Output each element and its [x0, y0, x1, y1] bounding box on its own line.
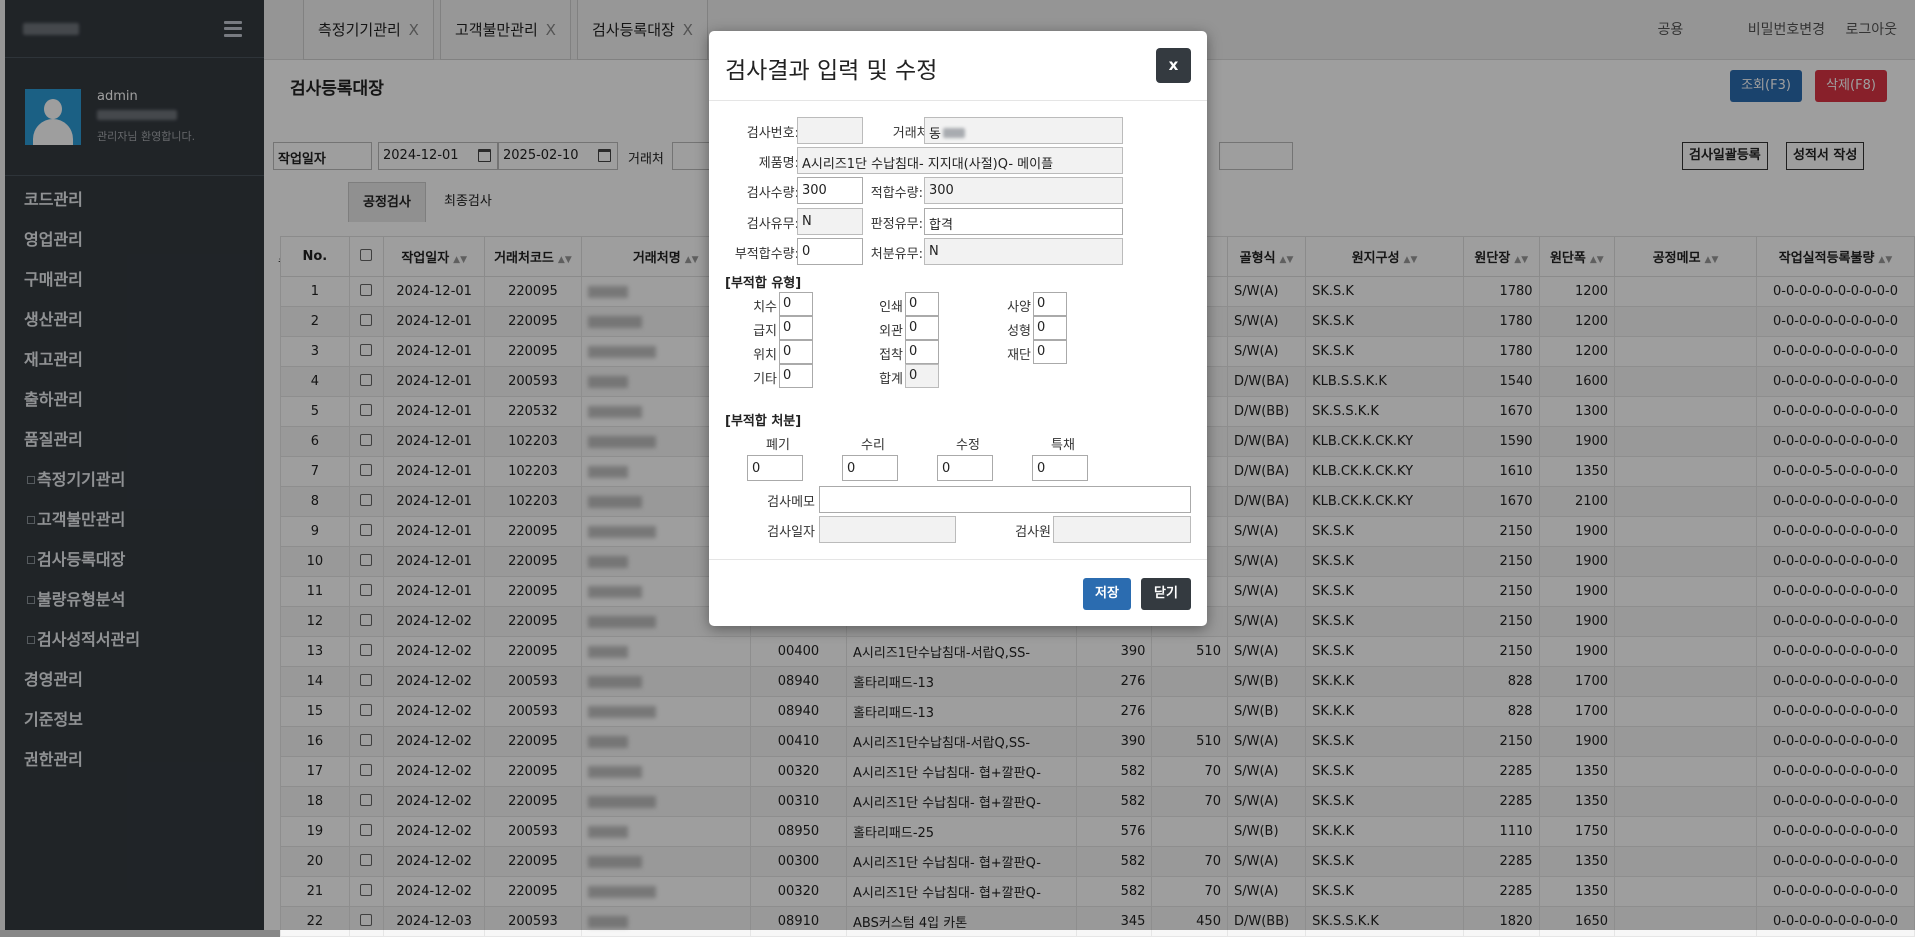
label-insp-no: 검사번호: [746, 126, 799, 141]
modal-header: 검사결과 입력 및 수정 x [709, 31, 1207, 101]
label-inspector: 검사원 [1015, 525, 1051, 540]
defect-type-input[interactable]: 0 [779, 316, 813, 340]
dispose-input[interactable]: 0 [1032, 455, 1088, 481]
defect-type-label: 접착 [879, 348, 903, 363]
defect-type-label: 인쇄 [879, 300, 903, 315]
defect-type-input[interactable]: 0 [1033, 316, 1067, 340]
label-insp-yn: 검사유무: [746, 217, 799, 232]
label-qty: 검사수량: [746, 186, 799, 201]
insp-yn-field[interactable]: N [797, 208, 863, 235]
defect-type-label: 급지 [753, 324, 777, 339]
defect-type-label: 위치 [753, 348, 777, 363]
dispose-input[interactable]: 0 [747, 455, 803, 481]
pass-qty-field[interactable]: 300 [924, 177, 1123, 204]
section-defect-types: [부적합 유형] [725, 276, 802, 291]
defect-type-input[interactable]: 0 [779, 340, 813, 364]
defect-type-input[interactable]: 0 [1033, 340, 1067, 364]
defect-type-label: 외관 [879, 324, 903, 339]
defect-type-label: 재단 [1007, 348, 1031, 363]
defect-type-input[interactable]: 0 [905, 340, 939, 364]
dispose-label: 수리 [861, 438, 885, 453]
qty-field[interactable]: 300 [797, 177, 863, 204]
section-defect-dispose: [부적합 처분] [725, 414, 802, 429]
app: admin 관리자님 환영합니다. 코드관리 영업관리 구매관리 생산관리 재고관리 출하… [0, 0, 1915, 937]
dispose-field[interactable]: N [924, 238, 1123, 265]
insp-date-field[interactable] [819, 516, 956, 543]
defect-type-input[interactable]: 0 [779, 292, 813, 316]
label-dispose: 처분유무: [870, 247, 923, 262]
fail-qty-field[interactable]: 0 [797, 238, 863, 265]
partner-field[interactable]: 동 [924, 117, 1123, 144]
defect-type-label: 성형 [1007, 324, 1031, 339]
label-insp-date: 검사일자 [767, 525, 815, 540]
defect-type-input[interactable]: 0 [905, 364, 939, 388]
inspection-result-modal: 검사결과 입력 및 수정 x 검사번호: 거래처: 동 제품명: A시리즈1단 … [709, 31, 1207, 626]
modal-footer-divider [709, 559, 1207, 560]
dispose-label: 특채 [1051, 438, 1075, 453]
dispose-input[interactable]: 0 [937, 455, 993, 481]
defect-type-label: 사양 [1007, 300, 1031, 315]
defect-type-label: 합계 [879, 372, 903, 387]
dispose-label: 폐기 [766, 438, 790, 453]
defect-type-input[interactable]: 0 [905, 292, 939, 316]
dispose-input[interactable]: 0 [842, 455, 898, 481]
modal-title: 검사결과 입력 및 수정 [725, 58, 938, 84]
label-pass-qty: 적합수량: [870, 186, 923, 201]
partner-value: 동 [929, 127, 941, 142]
label-fail-qty: 부적합수량: [734, 247, 799, 262]
label-memo: 검사메모 [767, 495, 815, 510]
close-button[interactable]: 닫기 [1141, 578, 1191, 610]
inspector-field[interactable] [1053, 516, 1191, 543]
defect-type-input[interactable]: 0 [779, 364, 813, 388]
product-field[interactable]: A시리즈1단 수납침대- 지지대(사절)Q- 메이플 [797, 147, 1123, 174]
memo-field[interactable] [819, 486, 1191, 513]
defect-type-label: 치수 [753, 300, 777, 315]
save-button[interactable]: 저장 [1083, 578, 1131, 610]
defect-type-label: 기타 [753, 372, 777, 387]
judge-field[interactable]: 합격 [924, 208, 1123, 235]
defect-type-input[interactable]: 0 [1033, 292, 1067, 316]
dispose-label: 수정 [956, 438, 980, 453]
label-judge: 판정유무: [870, 217, 923, 232]
label-product: 제품명: [758, 156, 799, 171]
modal-close-icon[interactable]: x [1156, 48, 1191, 83]
insp-no-field[interactable] [797, 117, 863, 144]
defect-type-input[interactable]: 0 [905, 316, 939, 340]
